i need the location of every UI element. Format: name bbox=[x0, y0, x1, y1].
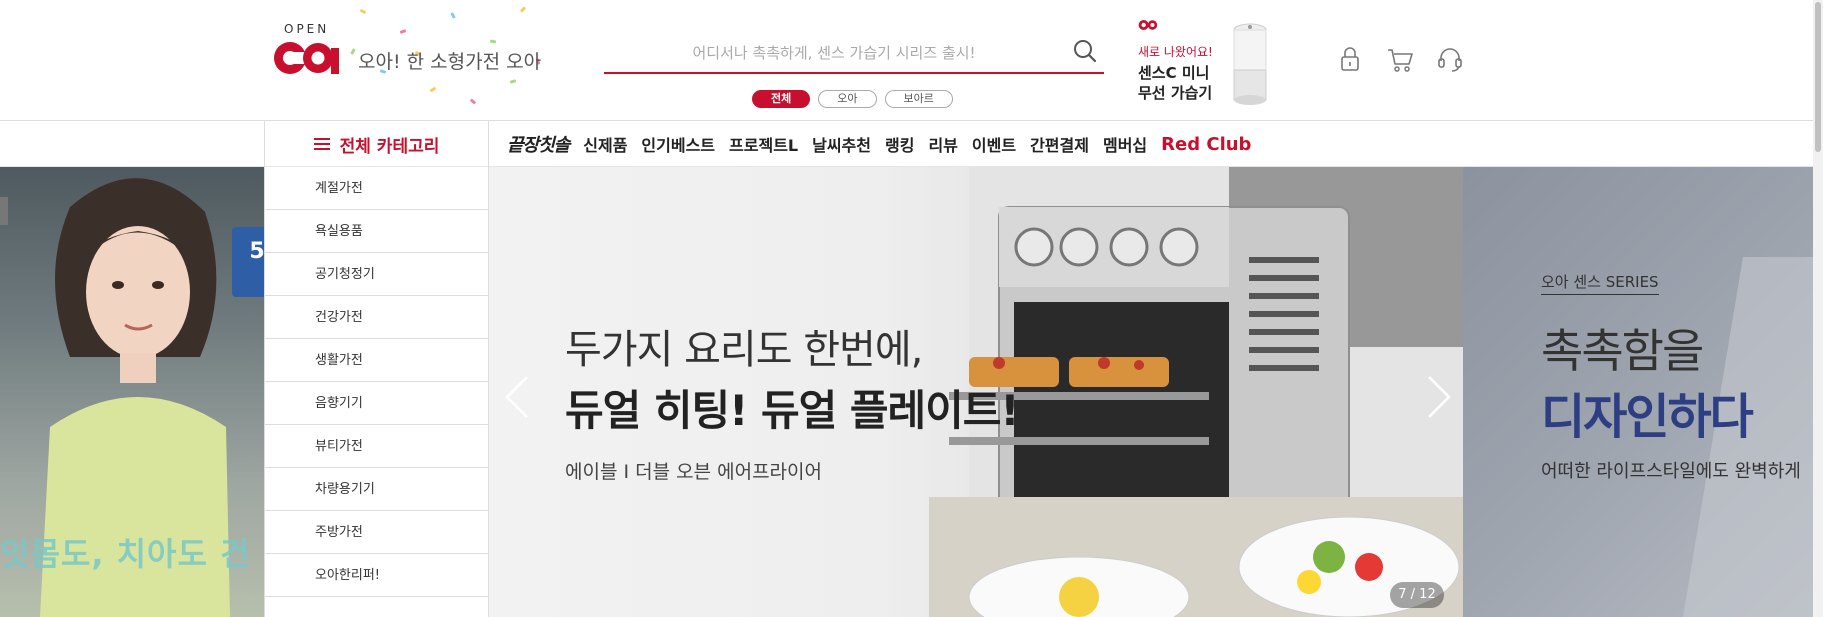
header-icons bbox=[1335, 44, 1465, 74]
slide-headline-line1: 두가지 요리도 한번에, bbox=[565, 327, 923, 373]
prev-slide-preview[interactable]: 5 잇몸도, 치아도 건 bbox=[0, 167, 282, 617]
all-category-label: 전체 카테고리 bbox=[339, 136, 440, 157]
nav-menu: 끝장칫솔 신제품 인기베스트 프로젝트L 날씨추천 랭킹 리뷰 이벤트 간편결제… bbox=[507, 121, 1251, 167]
nav-item-event[interactable]: 이벤트 bbox=[972, 132, 1016, 156]
active-slide[interactable]: 두가지 요리도 한번에, 듀얼 히팅! 듀얼 플레이트! 에이블 I 더블 오븐… bbox=[489, 167, 1463, 617]
next-slide-heading1: 촉촉함을 bbox=[1541, 324, 1704, 378]
page: OPEN 오아! 한 소형가전 오아 어디서나 촉촉하게, 센스 가습기 시리즈… bbox=[0, 0, 1823, 617]
nav-item-project-l[interactable]: 프로젝트L bbox=[729, 132, 798, 156]
nav-item-new[interactable]: 신제품 bbox=[583, 132, 627, 156]
site-header: OPEN 오아! 한 소형가전 오아 어디서나 촉촉하게, 센스 가습기 시리즈… bbox=[0, 0, 1823, 121]
search-tab-boar[interactable]: 보아르 bbox=[884, 90, 953, 108]
category-item-audio[interactable]: 음향기기 bbox=[265, 382, 488, 425]
scrollbar-thumb[interactable] bbox=[1815, 2, 1821, 152]
category-item-air-purifier[interactable]: 공기청정기 bbox=[265, 253, 488, 296]
nav-item-easy-pay[interactable]: 간편결제 bbox=[1030, 132, 1089, 156]
hamburger-menu-icon bbox=[313, 137, 330, 151]
slide-pager: 7 / 12 bbox=[1390, 582, 1444, 608]
nav-item-weather[interactable]: 날씨추천 bbox=[812, 132, 871, 156]
lock-icon[interactable] bbox=[1335, 44, 1365, 74]
slide-product-name: 에이블 I 더블 오븐 에어프라이어 bbox=[565, 461, 823, 483]
category-menu: 계절가전 욕실용품 공기청정기 건강가전 생활가전 음향기기 뷰티가전 차량용기… bbox=[264, 167, 489, 617]
cart-icon[interactable] bbox=[1385, 44, 1415, 74]
slide-headline-line2: 듀얼 히팅! 듀얼 플레이트! bbox=[565, 386, 1020, 435]
category-item-bath[interactable]: 욕실용품 bbox=[265, 210, 488, 253]
nav-item-review[interactable]: 리뷰 bbox=[928, 132, 957, 156]
all-category-button[interactable]: 전체 카테고리 bbox=[264, 121, 489, 167]
chevron-left-icon[interactable] bbox=[497, 367, 537, 427]
brand-logo[interactable]: OPEN bbox=[272, 22, 352, 82]
headset-icon[interactable] bbox=[1435, 44, 1465, 74]
category-item-health[interactable]: 건강가전 bbox=[265, 296, 488, 339]
search-bar bbox=[604, 32, 1104, 74]
nav-item-best[interactable]: 인기베스트 bbox=[641, 132, 715, 156]
category-item-beauty[interactable]: 뷰티가전 bbox=[265, 425, 488, 468]
search-tab-all[interactable]: 전체 bbox=[752, 90, 811, 108]
promo-new-label: 새로 나왔어요! bbox=[1138, 45, 1213, 59]
header-promo-banner[interactable]: 새로 나왔어요! 센스C 미니 무선 가습기 bbox=[1138, 16, 1288, 112]
search-icon[interactable] bbox=[1070, 36, 1100, 66]
next-slide-preview[interactable]: 오아 센스 SERIES 촉촉함을 디자인하다 어떠한 라이프스타일에도 완벽하… bbox=[1463, 167, 1823, 617]
next-slide-heading2: 디자인하다 bbox=[1541, 389, 1754, 445]
search-scope-tabs: 전체 오아 보아르 bbox=[752, 90, 953, 108]
category-item-seasonal[interactable]: 계절가전 bbox=[265, 167, 488, 210]
next-slide-subtext: 어떠한 라이프스타일에도 완벽하게 bbox=[1541, 461, 1801, 482]
nav-item-red-club[interactable]: Red Club bbox=[1161, 134, 1251, 155]
promo-product-name-line1: 센스C 미니 bbox=[1138, 64, 1210, 82]
promo-product-name-line2: 무선 가습기 bbox=[1138, 84, 1213, 102]
brand-tagline: 오아! 한 소형가전 오아 bbox=[358, 51, 542, 73]
promo-logo-icon bbox=[1138, 19, 1158, 31]
search-tab-oa[interactable]: 오아 bbox=[818, 90, 877, 108]
category-item-kitchen[interactable]: 주방가전 bbox=[265, 511, 488, 554]
next-slide-series: 오아 센스 SERIES bbox=[1541, 271, 1659, 295]
logo-mark-icon bbox=[274, 42, 339, 74]
category-item-refurb[interactable]: 오아한리퍼! bbox=[265, 554, 488, 597]
nav-item-ranking[interactable]: 랭킹 bbox=[885, 132, 914, 156]
category-item-living[interactable]: 생활가전 bbox=[265, 339, 488, 382]
chevron-right-icon[interactable] bbox=[1419, 367, 1459, 427]
humidifier-product-image bbox=[1233, 23, 1267, 105]
logo-open-text: OPEN bbox=[284, 22, 330, 36]
nav-item-membership[interactable]: 멤버십 bbox=[1103, 132, 1147, 156]
left-edge-tag bbox=[0, 197, 8, 225]
search-input[interactable] bbox=[604, 38, 1064, 68]
category-item-vehicle[interactable]: 차량용기기 bbox=[265, 468, 488, 511]
prev-slide-caption: 잇몸도, 치아도 건 bbox=[0, 535, 251, 573]
main-nav: 전체 카테고리 끝장칫솔 신제품 인기베스트 프로젝트L 날씨추천 랭킹 리뷰 … bbox=[0, 121, 1823, 167]
nav-item-toothbrush[interactable]: 끝장칫솔 bbox=[507, 131, 570, 157]
